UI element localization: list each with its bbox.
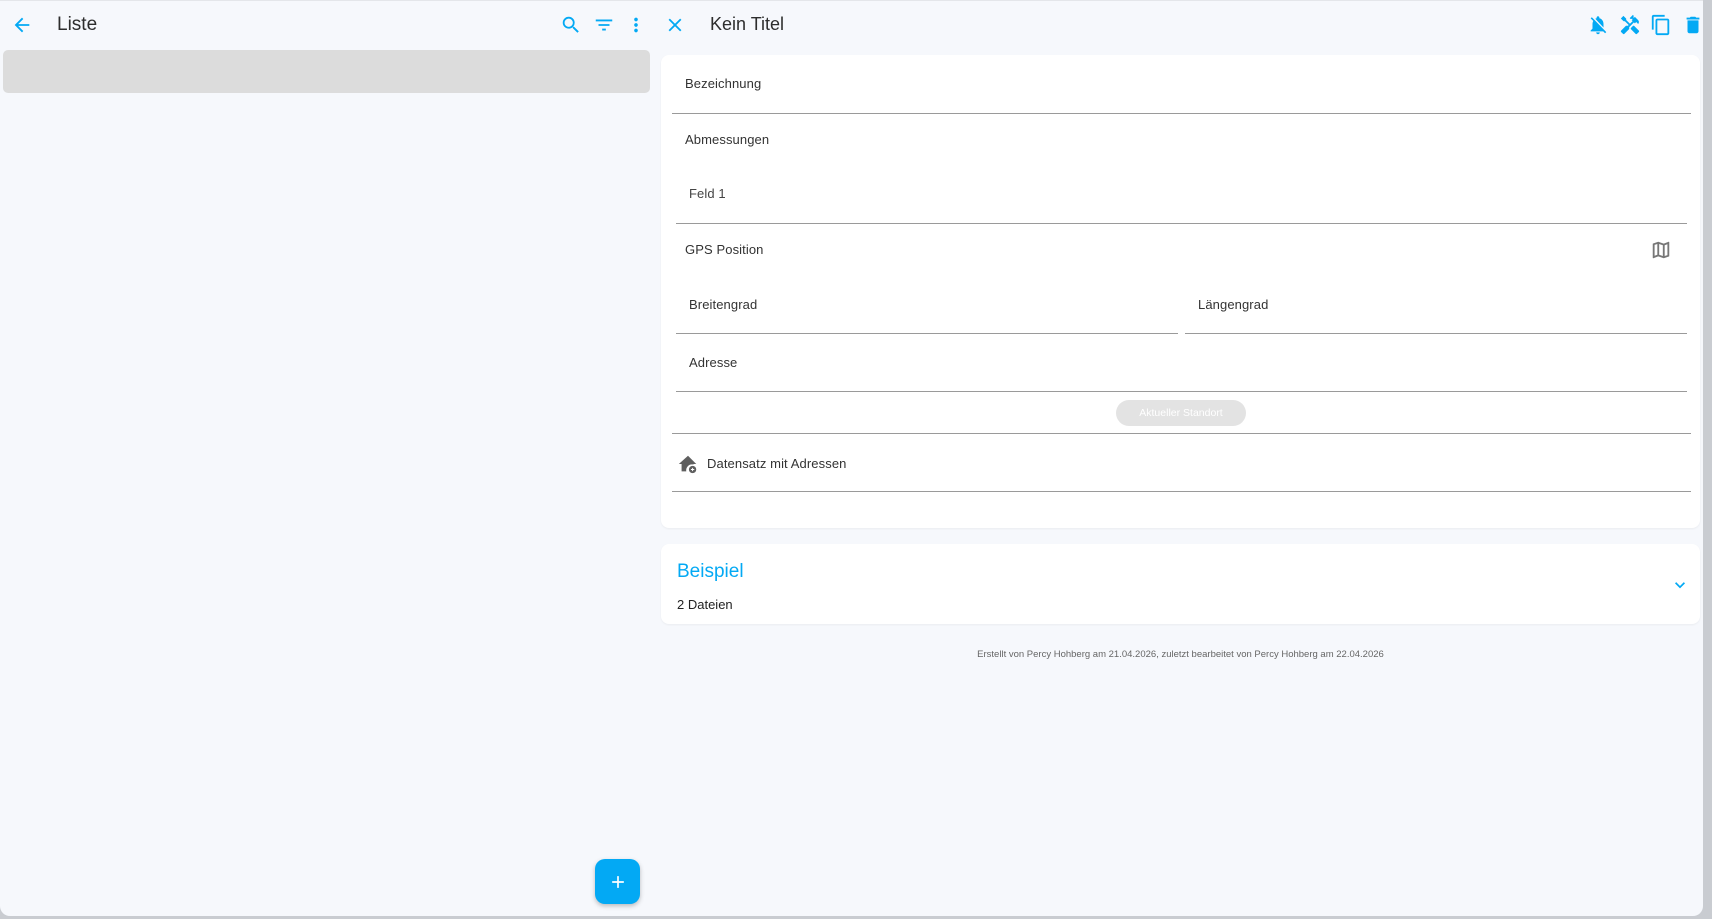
copy-icon [1651,14,1670,36]
breitengrad-underline [676,333,1178,334]
more-vert-icon [634,17,638,33]
breitengrad-input[interactable] [676,281,1178,333]
tools-icon [1620,14,1640,35]
attachments-count: 2 Dateien [677,597,733,612]
notifications-off-button[interactable] [1582,9,1614,41]
map-button[interactable] [1645,234,1677,266]
bezeichnung-input[interactable] [672,65,1691,113]
bell-off-icon [1590,16,1607,35]
feld1-input[interactable] [676,171,1687,223]
close-icon [668,18,682,32]
datensatz-underline [672,491,1691,492]
delete-icon [1686,16,1700,34]
arrow-left-icon [14,17,30,33]
back-button[interactable] [6,9,38,41]
filter-button[interactable] [588,9,620,41]
gps-section-divider [672,433,1691,434]
datensatz-link-field[interactable] [672,441,1691,491]
adresse-underline [676,391,1687,392]
expand-button[interactable] [1664,569,1696,601]
more-options-button[interactable] [620,9,652,41]
adresse-input[interactable] [676,339,1687,391]
list-item-placeholder[interactable] [3,50,650,93]
add-button[interactable] [595,859,640,904]
search-button[interactable] [555,9,587,41]
list-title: Liste [57,14,98,35]
plus-icon [611,875,624,888]
copy-button[interactable] [1645,9,1677,41]
close-button[interactable] [659,9,691,41]
audit-footer: Erstellt von Percy Hohberg am 21.04.2026… [977,649,1384,660]
app-window: Liste Kein Titel Bezeichnung Abmessungen… [0,0,1703,916]
delete-button[interactable] [1677,9,1703,41]
abmessungen-label: Abmessungen [685,132,770,147]
tools-button[interactable] [1614,9,1646,41]
feld1-underline [676,223,1687,224]
chevron-down-icon [1675,582,1685,589]
attachments-title: Beispiel [677,561,744,582]
search-icon [562,16,579,33]
current-location-button[interactable]: Aktueller Standort [1116,400,1246,426]
map-icon [1652,241,1670,259]
record-title: Kein Titel [710,14,785,34]
gps-position-label: GPS Position [685,242,764,257]
bezeichnung-underline [672,113,1691,114]
laengengrad-underline [1185,333,1687,334]
laengengrad-input[interactable] [1185,281,1687,333]
filter-icon [595,19,613,31]
attachments-card[interactable] [661,544,1700,624]
